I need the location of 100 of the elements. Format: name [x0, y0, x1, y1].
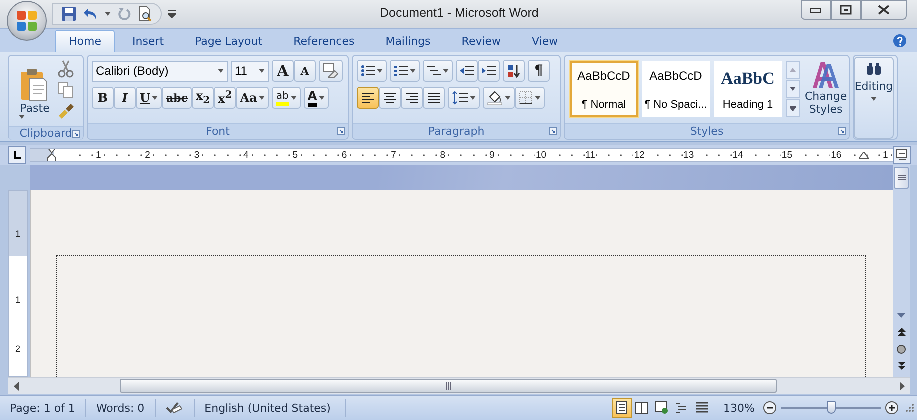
- office-logo-icon: [15, 9, 39, 33]
- highlight-button[interactable]: ab: [272, 87, 301, 109]
- decrease-indent-button[interactable]: [456, 60, 478, 82]
- shrink-font-button[interactable]: A: [294, 60, 316, 82]
- bullets-button[interactable]: [357, 60, 387, 82]
- page-count[interactable]: Page: 1 of 1: [0, 399, 86, 417]
- word-count[interactable]: Words: 0: [86, 399, 156, 417]
- shading-button[interactable]: [483, 87, 515, 109]
- indent-marker-icon[interactable]: [47, 149, 57, 161]
- dialog-launcher-icon[interactable]: [72, 130, 80, 138]
- ribbon-tab[interactable]: Page Layout: [181, 30, 277, 52]
- subscript-button[interactable]: x$_{2}$: [192, 87, 214, 109]
- ribbon-tab[interactable]: References: [280, 30, 369, 52]
- format-painter-icon[interactable]: [57, 102, 75, 120]
- reading-view-icon: [634, 401, 649, 415]
- grow-font-button[interactable]: A: [272, 60, 294, 82]
- view-ruler-button[interactable]: [893, 146, 911, 164]
- line-spacing-button[interactable]: [448, 87, 480, 109]
- ribbon-tab[interactable]: Review: [448, 30, 516, 52]
- down-arrow-icon: [790, 87, 796, 91]
- ribbon-tab[interactable]: Insert: [118, 30, 178, 52]
- cut-icon[interactable]: [57, 60, 75, 78]
- font-name-field[interactable]: Calibri (Body): [92, 60, 228, 82]
- scroll-thumb[interactable]: [894, 167, 909, 189]
- ruler-number: 6: [340, 150, 348, 160]
- help-icon[interactable]: [893, 34, 907, 48]
- dialog-launcher-icon[interactable]: [838, 127, 846, 135]
- bold-button[interactable]: B: [92, 87, 114, 109]
- next-page-icon[interactable]: [898, 362, 906, 371]
- sort-button[interactable]: [503, 60, 525, 82]
- scroll-down-icon[interactable]: [897, 313, 906, 318]
- scroll-right-icon[interactable]: [900, 382, 904, 390]
- align-justify-button[interactable]: [423, 87, 445, 109]
- ruler-number: 7: [390, 150, 398, 160]
- copy-icon[interactable]: [57, 81, 75, 99]
- strikethrough-button[interactable]: abc: [162, 87, 192, 109]
- style-option[interactable]: AaBbC Heading 1: [714, 61, 782, 117]
- borders-button[interactable]: [515, 87, 545, 109]
- clear-formatting-button[interactable]: [319, 60, 343, 82]
- caret-icon: [19, 114, 25, 118]
- font-color-button[interactable]: A: [304, 87, 330, 109]
- multilevel-list-button[interactable]: [423, 60, 453, 82]
- browse-object-icon[interactable]: [897, 345, 906, 354]
- zoom-in-icon[interactable]: [885, 401, 899, 415]
- align-left-button[interactable]: [357, 87, 379, 109]
- underline-button[interactable]: U: [136, 87, 162, 109]
- line-spacing-icon: [452, 91, 468, 105]
- ribbon-tab[interactable]: Home: [55, 30, 116, 52]
- tab-stop-icon: [12, 150, 22, 160]
- scroll-thumb[interactable]: [120, 379, 777, 393]
- resize-grip-icon[interactable]: [905, 403, 915, 413]
- restore-button[interactable]: [831, 0, 861, 20]
- zoom-slider-thumb[interactable]: [827, 401, 836, 414]
- ruler-number: 5: [292, 150, 299, 160]
- print-preview-icon[interactable]: [137, 6, 153, 22]
- scroll-left-icon[interactable]: [14, 382, 18, 390]
- zoom-level[interactable]: 130%: [724, 402, 755, 414]
- zoom-out-icon[interactable]: [763, 401, 777, 415]
- paint-bucket-icon: [487, 91, 503, 105]
- gallery-more-button[interactable]: [786, 99, 800, 117]
- save-icon[interactable]: [61, 6, 77, 22]
- close-button[interactable]: [861, 0, 907, 20]
- show-formatting-button[interactable]: ¶: [528, 60, 550, 82]
- italic-button[interactable]: I: [114, 87, 136, 109]
- tab-selector-button[interactable]: [8, 146, 26, 164]
- align-right-button[interactable]: [401, 87, 423, 109]
- minimize-button[interactable]: [801, 0, 831, 20]
- ribbon-tab[interactable]: View: [518, 30, 572, 52]
- horizontal-scrollbar[interactable]: [8, 377, 910, 394]
- outline-view-icon: [674, 401, 689, 415]
- customize-menu-icon[interactable]: [168, 10, 176, 18]
- increase-indent-button[interactable]: [478, 60, 500, 82]
- caret-icon: [377, 69, 383, 73]
- font-size-field[interactable]: 11: [231, 60, 269, 82]
- style-name: ¶ No Spaci...: [644, 99, 708, 111]
- style-option[interactable]: AaBbCcD ¶ Normal: [570, 61, 638, 117]
- caret-icon: [470, 96, 476, 100]
- ruler-number: 16: [830, 150, 843, 160]
- paste-button[interactable]: Paste: [13, 60, 57, 126]
- previous-page-icon[interactable]: [898, 328, 906, 337]
- ribbon-tab[interactable]: Mailings: [372, 30, 445, 52]
- ruler-number: 11: [584, 150, 596, 160]
- gallery-down-button[interactable]: [786, 80, 800, 98]
- change-styles-button[interactable]: Change Styles: [805, 60, 848, 123]
- numbering-button[interactable]: [390, 60, 420, 82]
- align-center-button[interactable]: [379, 87, 401, 109]
- vertical-scrollbar[interactable]: [893, 165, 910, 377]
- right-indent-icon[interactable]: [859, 152, 869, 160]
- caret-icon: [218, 69, 224, 73]
- change-case-button[interactable]: Aa: [236, 87, 270, 109]
- superscript-button[interactable]: x$^{2}$: [214, 87, 236, 109]
- print-view-button[interactable]: [612, 398, 632, 418]
- proofing-icon[interactable]: [166, 401, 184, 415]
- dialog-launcher-icon[interactable]: [337, 127, 345, 135]
- editing-button[interactable]: Editing: [854, 57, 894, 139]
- style-option[interactable]: AaBbCcD ¶ No Spaci...: [642, 61, 710, 117]
- dialog-launcher-icon[interactable]: [549, 127, 557, 135]
- language-indicator[interactable]: English (United States): [194, 399, 346, 417]
- decrease-indent-icon: [460, 64, 474, 78]
- up-arrow-icon: [790, 68, 796, 72]
